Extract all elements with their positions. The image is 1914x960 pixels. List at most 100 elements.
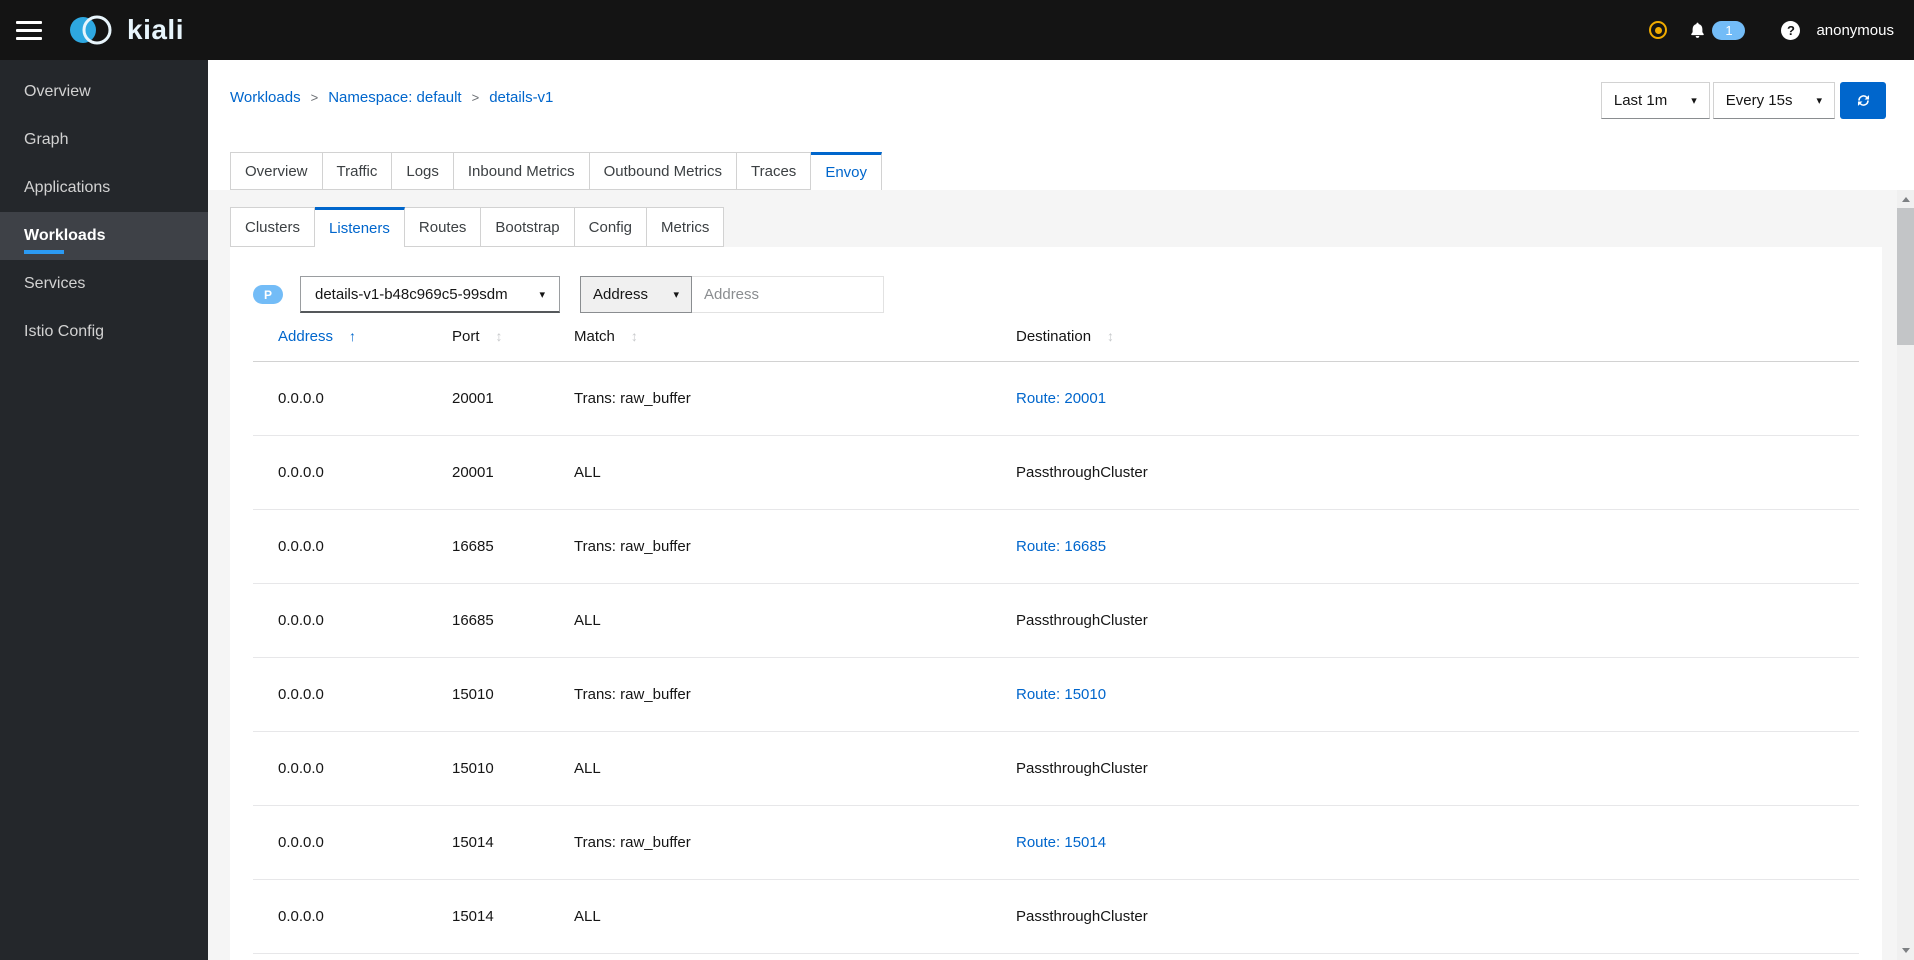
tab-outbound-metrics[interactable]: Outbound Metrics — [589, 152, 738, 190]
tab-inbound-metrics[interactable]: Inbound Metrics — [453, 152, 590, 190]
table-row: 0.0.0.0 20001 ALL PassthroughCluster — [253, 435, 1859, 510]
page-header: Workloads > Namespace: default > details-v1 … — [208, 60, 1914, 190]
envoy-tab-metrics[interactable]: Metrics — [647, 207, 725, 247]
envoy-tab-content: Clusters Listeners Routes Bootstrap Config Me… — [208, 190, 1914, 960]
sidebar-item-overview[interactable]: Overview — [0, 68, 208, 116]
table-row: 0.0.0.0 15014 Trans: raw_buffer Route: 1501… — [253, 805, 1859, 880]
cell-address: 0.0.0.0 — [253, 731, 427, 806]
destination-route-link[interactable]: Route: 20001 — [1016, 390, 1106, 407]
column-header-label: Port — [452, 328, 480, 346]
brand-name: kiali — [127, 14, 184, 45]
column-header-label: Match — [574, 328, 615, 346]
address-filter-input[interactable] — [692, 276, 884, 313]
cell-destination: PassthroughCluster — [991, 435, 1859, 510]
envoy-tab-clusters[interactable]: Clusters — [230, 207, 316, 247]
caret-down-icon: ▾ — [1816, 95, 1822, 107]
scrollbar-thumb[interactable] — [1897, 208, 1914, 345]
envoy-tab-listeners[interactable]: Listeners — [315, 207, 405, 247]
destination-route-link[interactable]: Route: 15014 — [1016, 834, 1106, 851]
cell-destination: Route: 15014 — [991, 805, 1859, 880]
listeners-card: P details-v1-b48c969c5-99sdm ▾ Address ▾ — [230, 247, 1882, 960]
cell-destination: Route: 15010 — [991, 657, 1859, 732]
cell-port: 20001 — [427, 435, 549, 510]
cell-match: Trans: raw_buffer — [549, 509, 991, 584]
sidebar-item-label: Graph — [24, 131, 69, 148]
refresh-interval-value: Every 15s — [1725, 92, 1793, 109]
pod-badge: P — [253, 285, 283, 304]
duration-dropdown[interactable]: Last 1m ▾ — [1600, 82, 1710, 119]
tab-traces[interactable]: Traces — [737, 152, 812, 190]
sidebar-item-label: Services — [24, 275, 86, 292]
table-row: 0.0.0.0 15010 ALL PassthroughCluster — [253, 731, 1859, 806]
pod-dropdown[interactable]: details-v1-b48c969c5-99sdm ▾ — [300, 276, 560, 313]
cell-destination: PassthroughCluster — [991, 731, 1859, 806]
scroll-up-arrow-icon[interactable] — [1897, 191, 1914, 208]
column-header-port[interactable]: Port ↕ — [427, 313, 549, 362]
cell-port: 15014 — [427, 805, 549, 880]
cell-port: 15010 — [427, 657, 549, 732]
content-scrollbar[interactable] — [1897, 190, 1914, 960]
kiali-logo[interactable]: kiali — [66, 12, 184, 48]
user-menu[interactable]: anonymous — [1816, 22, 1894, 39]
cell-match: ALL — [549, 583, 991, 658]
cell-port: 20001 — [427, 361, 549, 436]
listeners-table: Address ↑ Port ↕ Match ↕ Destination ↕ 0.0.0.0 2… — [253, 313, 1859, 954]
listeners-toolbar: P details-v1-b48c969c5-99sdm ▾ Address ▾ — [253, 276, 1859, 313]
cell-port: 16685 — [427, 583, 549, 658]
table-row: 0.0.0.0 20001 Trans: raw_buffer Route: 2000… — [253, 361, 1859, 436]
sort-icon[interactable]: ↕ — [1107, 328, 1114, 344]
cell-address: 0.0.0.0 — [253, 435, 427, 510]
filter-type-value: Address — [593, 286, 649, 303]
envoy-tab-routes[interactable]: Routes — [404, 207, 482, 247]
destination-cluster-label: PassthroughCluster — [1016, 759, 1148, 777]
envoy-tab-bootstrap[interactable]: Bootstrap — [481, 207, 575, 247]
tab-logs[interactable]: Logs — [392, 152, 454, 190]
column-header-destination[interactable]: Destination ↕ — [991, 313, 1859, 362]
table-row: 0.0.0.0 15010 Trans: raw_buffer Route: 1501… — [253, 657, 1859, 732]
cell-destination: PassthroughCluster — [991, 879, 1859, 954]
breadcrumb-link-namespace-default[interactable]: Namespace: default — [328, 89, 461, 106]
table-row: 0.0.0.0 15014 ALL PassthroughCluster — [253, 879, 1859, 954]
breadcrumb-link-details-v1[interactable]: details-v1 — [489, 89, 553, 106]
breadcrumb-separator-icon: > — [310, 90, 319, 105]
breadcrumb: Workloads > Namespace: default > details-v1 — [230, 82, 553, 106]
sidebar-item-workloads[interactable]: Workloads — [0, 212, 208, 260]
destination-route-link[interactable]: Route: 15010 — [1016, 686, 1106, 703]
scroll-down-arrow-icon[interactable] — [1897, 942, 1914, 959]
hamburger-menu-icon[interactable] — [16, 20, 42, 40]
column-header-address[interactable]: Address ↑ — [253, 313, 427, 362]
pod-dropdown-value: details-v1-b48c969c5-99sdm — [315, 285, 508, 303]
sort-icon[interactable]: ↕ — [631, 328, 638, 344]
refresh-interval-dropdown[interactable]: Every 15s ▾ — [1712, 82, 1835, 119]
tab-envoy[interactable]: Envoy — [811, 152, 883, 190]
table-body: 0.0.0.0 20001 Trans: raw_buffer Route: 2000… — [253, 361, 1859, 954]
cell-match: ALL — [549, 435, 991, 510]
sort-icon[interactable]: ↕ — [496, 328, 503, 344]
sync-icon — [1857, 95, 1869, 106]
sidebar-item-services[interactable]: Services — [0, 260, 208, 308]
table-row: 0.0.0.0 16685 ALL PassthroughCluster — [253, 583, 1859, 658]
notification-badge: 1 — [1712, 20, 1746, 40]
envoy-tab-config[interactable]: Config — [574, 207, 647, 247]
refresh-button[interactable] — [1840, 82, 1886, 119]
caret-down-icon: ▾ — [1691, 95, 1697, 107]
sidebar-item-istio-config[interactable]: Istio Config — [0, 308, 208, 356]
cell-address: 0.0.0.0 — [253, 361, 427, 436]
destination-route-link[interactable]: Route: 16685 — [1016, 538, 1106, 555]
cell-address: 0.0.0.0 — [253, 583, 427, 658]
column-header-label: Address — [278, 328, 334, 346]
help-icon[interactable]: ? — [1781, 20, 1801, 40]
sidebar-item-applications[interactable]: Applications — [0, 164, 208, 212]
notifications-button[interactable]: 1 — [1689, 20, 1746, 40]
tab-traffic[interactable]: Traffic — [322, 152, 393, 190]
sidebar-item-graph[interactable]: Graph — [0, 116, 208, 164]
cell-port: 16685 — [427, 509, 549, 584]
column-header-match[interactable]: Match ↕ — [549, 313, 991, 362]
filter-type-dropdown[interactable]: Address ▾ — [580, 276, 692, 313]
time-toolbar: Last 1m ▾ Every 15s ▾ — [1598, 82, 1886, 119]
tab-overview[interactable]: Overview — [230, 152, 323, 190]
breadcrumb-link-workloads[interactable]: Workloads — [230, 89, 301, 106]
cell-address: 0.0.0.0 — [253, 805, 427, 880]
sort-ascending-icon[interactable]: ↑ — [349, 328, 356, 344]
mesh-status-icon[interactable] — [1649, 21, 1668, 39]
